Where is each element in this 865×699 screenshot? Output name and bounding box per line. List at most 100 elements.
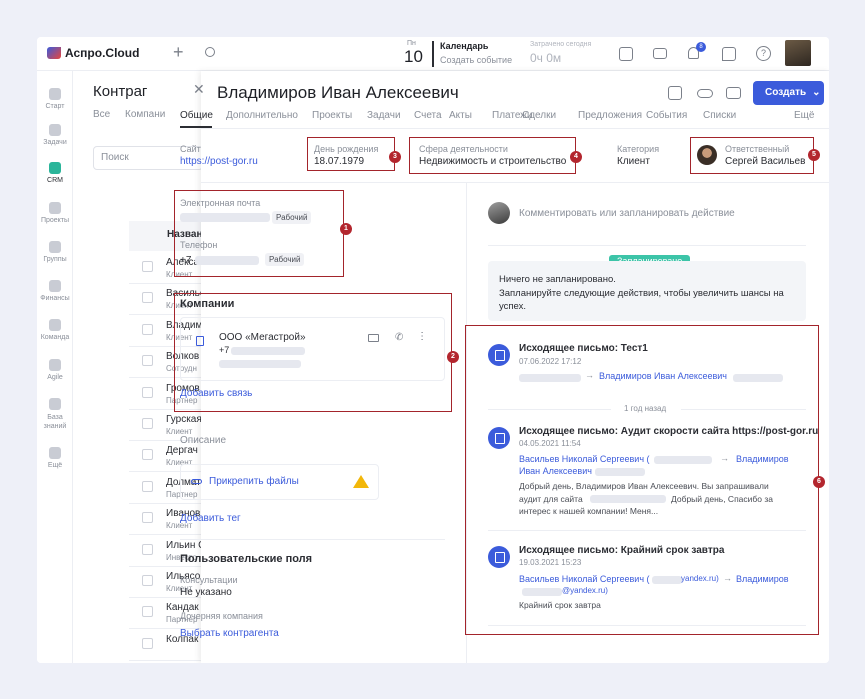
row-checkbox[interactable] xyxy=(142,323,153,335)
nav-label: Проекты xyxy=(40,217,70,224)
tab-7[interactable]: Сделки xyxy=(522,110,556,121)
create-button-label: Создать xyxy=(765,87,807,98)
row-checkbox[interactable] xyxy=(142,261,153,272)
tab-4[interactable]: Счета xyxy=(414,110,442,121)
spent-label: Затрачено сегодня xyxy=(530,41,592,48)
marker-2: 2 xyxy=(447,351,459,363)
row-checkbox[interactable] xyxy=(142,418,153,429)
nav-more[interactable]: Ещё xyxy=(37,447,73,469)
nav-crm[interactable]: CRM xyxy=(37,162,73,184)
chat-icon[interactable] xyxy=(722,47,736,61)
planned-text-1: Ничего не запланировано. xyxy=(499,274,616,285)
list-search-placeholder: Поиск xyxy=(101,152,129,163)
row-checkbox[interactable] xyxy=(142,606,153,618)
tab-all[interactable]: Все xyxy=(93,109,110,120)
site-label: Сайт xyxy=(180,144,201,154)
row-checkbox[interactable] xyxy=(142,512,153,524)
row-checkbox[interactable] xyxy=(142,386,153,398)
projects-icon xyxy=(49,202,61,214)
list-title: Контраг xyxy=(93,83,148,100)
site-link[interactable]: https://post-gor.ru xyxy=(180,156,258,167)
tab-5[interactable]: Акты xyxy=(449,110,472,121)
logo-text[interactable]: Аспро.Cloud xyxy=(65,46,139,60)
team-icon xyxy=(49,319,61,331)
nav-groups[interactable]: Группы xyxy=(37,241,73,263)
create-event-link[interactable]: Создать событие xyxy=(440,55,512,65)
google-drive-icon[interactable] xyxy=(353,475,369,488)
row-checkbox[interactable] xyxy=(142,292,153,304)
highlight-sphere xyxy=(409,137,576,174)
create-button[interactable]: Создать ⌄ xyxy=(753,81,824,105)
groups-icon xyxy=(49,241,61,253)
spent-value: 0ч 0м xyxy=(530,51,562,65)
nav-tasks[interactable]: Задачи xyxy=(37,124,73,146)
tasks-icon xyxy=(49,124,61,136)
nav-team[interactable]: Команда xyxy=(37,319,73,341)
help-icon[interactable]: ? xyxy=(756,46,771,61)
comment-divider xyxy=(488,245,806,246)
agile-icon xyxy=(49,359,61,371)
row-divider xyxy=(129,283,203,284)
nav-start[interactable]: Старт xyxy=(37,88,73,110)
subsidiary-select[interactable]: Выбрать контрагента xyxy=(180,628,279,639)
row-checkbox[interactable] xyxy=(142,449,153,461)
nav-agile[interactable]: Agile xyxy=(37,359,73,381)
tab-2[interactable]: Проекты xyxy=(312,110,352,121)
list-item-name[interactable]: Ильин С xyxy=(166,540,205,551)
notes-icon[interactable] xyxy=(619,47,633,61)
row-divider xyxy=(129,565,203,567)
close-icon[interactable]: ✕ xyxy=(193,81,205,98)
row-checkbox[interactable] xyxy=(142,355,153,367)
day-number[interactable]: 10 xyxy=(404,47,423,67)
user-avatar[interactable] xyxy=(785,40,811,66)
tab-0[interactable]: Общие xyxy=(180,110,213,121)
nav-label: Ещё xyxy=(47,462,63,469)
crm-icon xyxy=(49,162,61,174)
tab-1[interactable]: Дополнительно xyxy=(226,110,298,121)
nav-label: База знаний xyxy=(43,414,67,430)
tab-9[interactable]: События xyxy=(646,110,687,121)
tab-3[interactable]: Задачи xyxy=(367,110,401,121)
nav-label: Agile xyxy=(47,374,63,381)
logo-icon xyxy=(47,47,61,59)
category-value: Клиент xyxy=(617,156,650,167)
marker-3: 3 xyxy=(389,151,401,163)
tabs-divider xyxy=(201,128,829,129)
comment-input[interactable]: Комментировать или запланировать действи… xyxy=(519,208,735,219)
add-tag-button[interactable]: Добавить тег xyxy=(180,513,241,524)
list-item-name[interactable]: Дергач xyxy=(166,445,198,456)
highlight-responsible xyxy=(690,137,814,174)
mail-icon[interactable] xyxy=(653,48,667,59)
marker-5: 5 xyxy=(808,149,820,161)
nav-finance[interactable]: Финансы xyxy=(37,280,73,302)
search-icon[interactable] xyxy=(205,47,215,57)
row-checkbox[interactable] xyxy=(142,637,153,649)
highlight-feed xyxy=(465,325,819,635)
link-icon[interactable] xyxy=(697,89,713,98)
highlight-companies xyxy=(174,293,452,412)
tab-companies[interactable]: Компани xyxy=(125,109,165,120)
tab-10[interactable]: Списки xyxy=(703,110,736,121)
row-checkbox[interactable] xyxy=(142,543,153,555)
tab-11[interactable]: Ещё xyxy=(794,110,814,121)
nav-projects[interactable]: Проекты xyxy=(37,202,73,224)
nav-label: Финансы xyxy=(40,295,70,302)
add-icon[interactable]: + xyxy=(173,43,184,61)
open-external-icon[interactable] xyxy=(668,86,682,100)
email-icon[interactable] xyxy=(726,87,741,99)
row-checkbox[interactable] xyxy=(142,480,153,492)
subsidiary-label: Дочерняя компания xyxy=(180,611,263,621)
calendar-label[interactable]: Календарь xyxy=(440,41,488,51)
consult-value: Не указано xyxy=(180,587,232,598)
attach-files-button[interactable]: Прикрепить файлы xyxy=(209,476,299,487)
row-checkbox[interactable] xyxy=(142,575,153,586)
category-label: Категория xyxy=(617,144,660,154)
row-divider xyxy=(129,534,203,536)
finance-icon xyxy=(49,280,61,292)
nav-knowledge[interactable]: База знаний xyxy=(37,398,73,431)
highlight-birthday xyxy=(307,137,395,171)
list-item-name[interactable]: Гурская xyxy=(166,414,202,425)
tab-8[interactable]: Предложения xyxy=(578,110,642,121)
marker-6: 6 xyxy=(813,476,825,488)
home-icon xyxy=(49,88,61,100)
